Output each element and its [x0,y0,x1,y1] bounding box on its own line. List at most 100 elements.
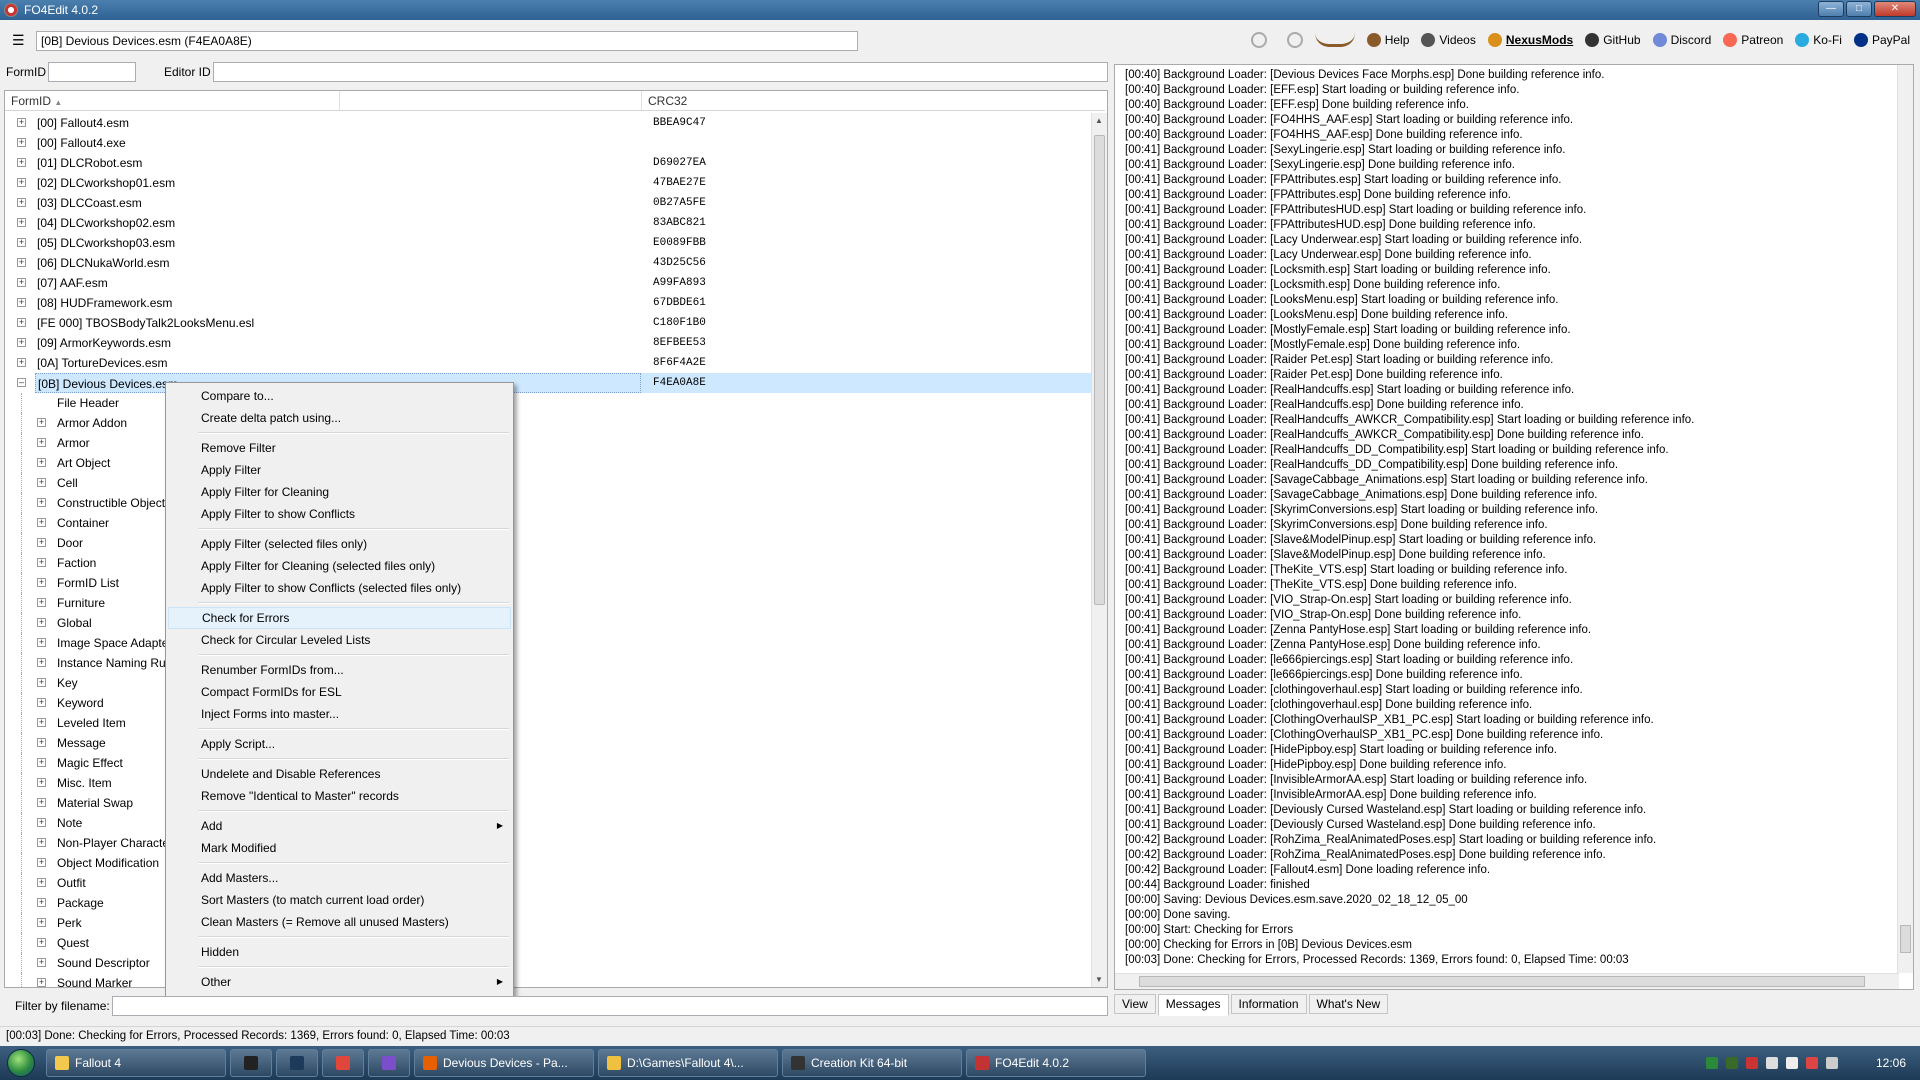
expand-icon[interactable]: + [37,958,46,967]
menu-item-hidden[interactable]: Hidden [168,941,511,963]
link-ko-fi[interactable]: Ko-Fi [1791,33,1846,47]
expand-icon[interactable]: + [37,678,46,687]
clock[interactable]: 12:06 [1876,1056,1906,1070]
expand-icon[interactable]: + [37,798,46,807]
maximize-button[interactable]: □ [1846,1,1872,17]
crc-column-header[interactable]: CRC32 [648,94,687,108]
expand-icon[interactable]: + [37,778,46,787]
minimize-button[interactable]: — [1818,1,1844,17]
taskbar-firefox[interactable]: Devious Devices - Pa... [414,1049,594,1077]
expand-icon[interactable]: + [37,478,46,487]
expand-icon[interactable]: + [37,858,46,867]
link-paypal[interactable]: PayPal [1850,33,1914,47]
menu-item-clean-masters-remove-all-unused-masters[interactable]: Clean Masters (= Remove all unused Maste… [168,911,511,933]
menu-item-remove-filter[interactable]: Remove Filter [168,437,511,459]
tree-file-row[interactable]: + [00] Fallout4.esm BBEA9C47 [5,113,1093,133]
hamburger-menu-icon[interactable]: ☰ [12,33,25,47]
tree-file-row[interactable]: + [09] ArmorKeywords.esm 8EFBEE53 [5,333,1093,353]
expand-icon[interactable]: + [37,458,46,467]
menu-item-check-for-errors[interactable]: Check for Errors [168,607,511,629]
expand-icon[interactable]: + [17,318,26,327]
menu-item-apply-filter-to-show-conflicts-selected-files-only[interactable]: Apply Filter to show Conflicts (selected… [168,577,511,599]
expand-icon[interactable]: + [17,358,26,367]
formid-input[interactable] [48,62,136,82]
link-discord[interactable]: Discord [1649,33,1716,47]
link-help[interactable]: Help [1363,33,1414,47]
taskbar-folder[interactable]: D:\Games\Fallout 4\... [598,1049,778,1077]
expand-icon[interactable]: + [17,118,26,127]
taskbar-fallout4[interactable]: Fallout 4 [46,1049,226,1077]
expand-icon[interactable]: + [17,238,26,247]
scroll-thumb[interactable] [1094,135,1105,605]
expand-icon[interactable]: + [37,658,46,667]
tree-file-row[interactable]: + [FE 000] TBOSBodyTalk2LooksMenu.esl C180… [5,313,1093,333]
menu-item-renumber-formids-from[interactable]: Renumber FormIDs from... [168,659,511,681]
menu-item-compare-to[interactable]: Compare to... [168,385,511,407]
messages-panel[interactable]: [00:40] Background Loader: [Devious Devi… [1114,64,1914,990]
expand-icon[interactable]: + [37,518,46,527]
expand-icon[interactable]: + [37,718,46,727]
start-button[interactable] [0,1046,42,1080]
expand-icon[interactable]: + [37,538,46,547]
tree-file-row[interactable]: + [00] Fallout4.exe [5,133,1093,153]
tree-file-row[interactable]: + [08] HUDFramework.esm 67DBDE61 [5,293,1093,313]
link-patreon[interactable]: Patreon [1719,33,1787,47]
expand-icon[interactable]: + [37,698,46,707]
menu-item-compact-formids-for-esl[interactable]: Compact FormIDs for ESL [168,681,511,703]
tab-messages[interactable]: Messages [1157,994,1229,1016]
expand-icon[interactable]: + [17,198,26,207]
taskbar-chrome[interactable] [322,1049,364,1077]
menu-item-apply-filter-selected-files-only[interactable]: Apply Filter (selected files only) [168,533,511,555]
expand-icon[interactable]: + [37,818,46,827]
tree-file-row[interactable]: + [05] DLCworkshop03.esm E0089FBB [5,233,1093,253]
editorid-input[interactable] [213,62,1108,82]
expand-icon[interactable]: + [17,138,26,147]
menu-item-remove-identical-to-master-records[interactable]: Remove "Identical to Master" records [168,785,511,807]
expand-icon[interactable]: + [37,878,46,887]
close-button[interactable]: ✕ [1874,1,1916,17]
volume-icon[interactable] [1825,1057,1838,1069]
tab-information[interactable]: Information [1230,994,1307,1014]
menu-item-mark-modified[interactable]: Mark Modified [168,837,511,859]
menu-item-sort-masters-to-match-current-load-order[interactable]: Sort Masters (to match current load orde… [168,889,511,911]
messages-vertical-scrollbar[interactable] [1897,65,1913,973]
scroll-thumb[interactable] [1139,976,1865,987]
expand-icon[interactable]: + [17,178,26,187]
expand-icon[interactable]: + [37,418,46,427]
expand-icon[interactable]: + [37,898,46,907]
formid-column-header[interactable]: FormID ▲ [11,94,62,108]
link-videos[interactable]: Videos [1417,33,1479,47]
taskbar-creation-kit[interactable]: Creation Kit 64-bit [782,1049,962,1077]
menu-item-check-for-circular-leveled-lists[interactable]: Check for Circular Leveled Lists [168,629,511,651]
tray-display-icon[interactable] [1785,1057,1798,1069]
expand-icon[interactable]: + [37,838,46,847]
tree-file-row[interactable]: + [0A] TortureDevices.esm 8F6F4A2E [5,353,1093,373]
tray-app-icon[interactable] [1725,1057,1738,1069]
menu-item-apply-script[interactable]: Apply Script... [168,733,511,755]
expand-icon[interactable]: + [37,598,46,607]
tray-network-icon[interactable] [1705,1057,1718,1069]
expand-icon[interactable]: + [37,978,46,987]
tray-flag-icon[interactable] [1765,1057,1778,1069]
menu-item-create-delta-patch-using[interactable]: Create delta patch using... [168,407,511,429]
tab-what-s-new[interactable]: What's New [1308,994,1389,1014]
scroll-thumb[interactable] [1900,925,1911,953]
expand-icon[interactable]: + [17,298,26,307]
taskbar-arrow[interactable] [276,1049,318,1077]
menu-item-inject-forms-into-master[interactable]: Inject Forms into master... [168,703,511,725]
expand-icon[interactable]: + [37,558,46,567]
menu-item-apply-filter-to-show-conflicts[interactable]: Apply Filter to show Conflicts [168,503,511,525]
expand-icon[interactable]: + [37,758,46,767]
expand-icon[interactable]: + [17,338,26,347]
tree-file-row[interactable]: + [06] DLCNukaWorld.esm 43D25C56 [5,253,1093,273]
tree-file-row[interactable]: + [03] DLCCoast.esm 0B27A5FE [5,193,1093,213]
tray-security-icon[interactable] [1745,1057,1758,1069]
link-nexusmods[interactable]: NexusMods [1484,33,1577,47]
expand-icon[interactable]: + [17,158,26,167]
tree-scrollbar[interactable]: ▲ ▼ [1091,113,1107,987]
expand-icon[interactable]: + [37,438,46,447]
current-path-field[interactable]: [0B] Devious Devices.esm (F4EA0A8E) [36,31,858,51]
scroll-down-icon[interactable]: ▼ [1095,975,1103,984]
menu-item-apply-filter-for-cleaning-selected-files-only[interactable]: Apply Filter for Cleaning (selected file… [168,555,511,577]
filter-input[interactable] [112,996,1108,1016]
